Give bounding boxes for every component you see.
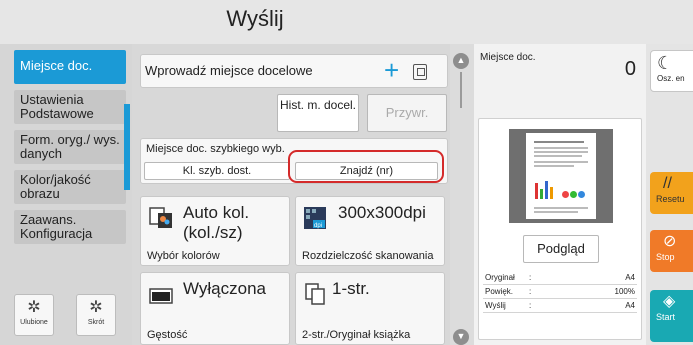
preview-title: Miejsce doc. — [480, 52, 536, 63]
moon-icon: ☾ — [657, 53, 674, 73]
svg-text:dpi: dpi — [314, 223, 322, 229]
info-row-zoom: Powięk. : 100% — [483, 287, 637, 299]
favorites-label: Ulubione — [20, 319, 48, 326]
tab-color-quality[interactable]: Kolor/jakość obrazu — [14, 170, 126, 204]
info-row-original: Oryginał : A4 — [483, 273, 637, 285]
tab-advanced-config[interactable]: Zaawans. Konfiguracja — [14, 210, 126, 244]
stop-label: Stop — [656, 252, 675, 262]
preview-button[interactable]: Podgląd — [523, 235, 599, 263]
chevron-down-icon: ▼ — [456, 331, 466, 341]
gear-star-icon: ✲ — [27, 299, 41, 316]
destination-placeholder: Wprowadź miejsce docelowe — [145, 63, 313, 78]
scan-resolution-value: 300x300dpi — [338, 203, 426, 222]
color-selection-label: Wybór kolorów — [147, 250, 220, 262]
scan-resolution-option[interactable]: dpi 300x300dpi Rozdzielczość skanowania — [295, 196, 445, 266]
page-title: Wyślij — [226, 6, 284, 31]
density-option[interactable]: Wyłączona Gęstość — [140, 272, 290, 345]
scroll-down-button[interactable]: ▼ — [453, 329, 469, 345]
title-bar: Wyślij — [0, 0, 693, 44]
duplex-option[interactable]: 1-str. 2-str./Oryginał książka — [295, 272, 445, 345]
destination-input[interactable]: Wprowadź miejsce docelowe + — [140, 54, 448, 88]
destination-count: 0 — [624, 58, 636, 80]
preview-card: Podgląd Oryginał : A4 Powięk. : 100% Wyś… — [478, 118, 642, 340]
info-value: A4 — [625, 273, 635, 282]
duplex-value: 1-str. — [332, 279, 370, 298]
info-value: 100% — [614, 287, 635, 296]
preview-panel: Miejsce doc. 0 Podgląd Oryginał: A4 Pow… — [474, 44, 646, 345]
document-thumbnail-icon — [526, 133, 596, 219]
favorites-button[interactable]: ✲ Ulubione — [14, 294, 54, 336]
info-value: A4 — [625, 301, 635, 310]
tab-destination[interactable]: Miejsce doc. — [14, 50, 126, 84]
reset-button[interactable]: // Resetu — [650, 172, 693, 214]
info-key: Wyślij — [485, 301, 506, 310]
scan-resolution-label: Rozdzielczość skanowania — [302, 250, 434, 262]
shortcut-label: Skrót — [87, 319, 105, 326]
info-key: Oryginał — [485, 273, 515, 282]
color-selection-value: Auto kol. (kol./sz) — [183, 203, 250, 242]
chevron-up-icon: ▲ — [456, 55, 466, 65]
duplex-label: 2-str./Oryginał książka — [302, 329, 411, 341]
start-button[interactable]: ◈ Start — [650, 290, 693, 342]
history-button[interactable]: Hist. m. docel. — [277, 94, 359, 132]
color-selection-option[interactable]: Auto kol. (kol./sz) Wybór kolorów — [140, 196, 290, 266]
stop-button[interactable]: ⊘ Stop — [650, 230, 693, 272]
reset-icon: // — [663, 175, 672, 192]
info-row-send: Wyślij : A4 — [483, 301, 637, 313]
info-key: Powięk. — [485, 287, 514, 296]
quick-dial-button[interactable]: Kl. szyb. dost. — [144, 162, 290, 180]
scrollbar[interactable] — [460, 72, 462, 108]
energy-saver-button[interactable]: ☾ Osz. en — [650, 50, 693, 92]
color-selection-icon — [149, 207, 172, 228]
reset-label: Resetu — [656, 194, 685, 204]
stop-icon: ⊘ — [663, 233, 677, 250]
tab-basic-settings[interactable]: Ustawienia Podstawowe — [14, 90, 126, 124]
tab-original-format[interactable]: Form. oryg./ wys. danych — [14, 130, 126, 164]
address-book-icon[interactable] — [413, 64, 427, 80]
start-label: Start — [656, 312, 676, 322]
density-label: Gęstość — [147, 329, 188, 341]
scroll-up-button[interactable]: ▲ — [453, 53, 469, 69]
settings-tabs: Miejsce doc. Ustawienia Podstawowe Form.… — [0, 44, 132, 345]
quick-destination-label: Miejsce doc. szybkiego wyb. — [146, 143, 285, 155]
duplex-icon — [305, 283, 325, 305]
find-highlight — [288, 150, 444, 183]
dpi-icon: dpi — [304, 207, 326, 229]
start-icon: ◈ — [663, 293, 676, 310]
preview-thumbnail — [509, 129, 613, 223]
density-icon — [149, 288, 173, 304]
recall-button[interactable]: Przywr. — [367, 94, 447, 132]
energy-saver-label: Osz. en — [657, 74, 685, 83]
shortcut-button[interactable]: ✲ Skrót — [76, 294, 116, 336]
gear-star-icon: ✲ — [89, 299, 103, 316]
destination-panel: Wprowadź miejsce docelowe + Hist. m. doc… — [132, 44, 450, 345]
plus-icon[interactable]: + — [384, 55, 399, 85]
tab-scroll-indicator — [124, 104, 130, 190]
density-value: Wyłączona — [183, 279, 266, 298]
